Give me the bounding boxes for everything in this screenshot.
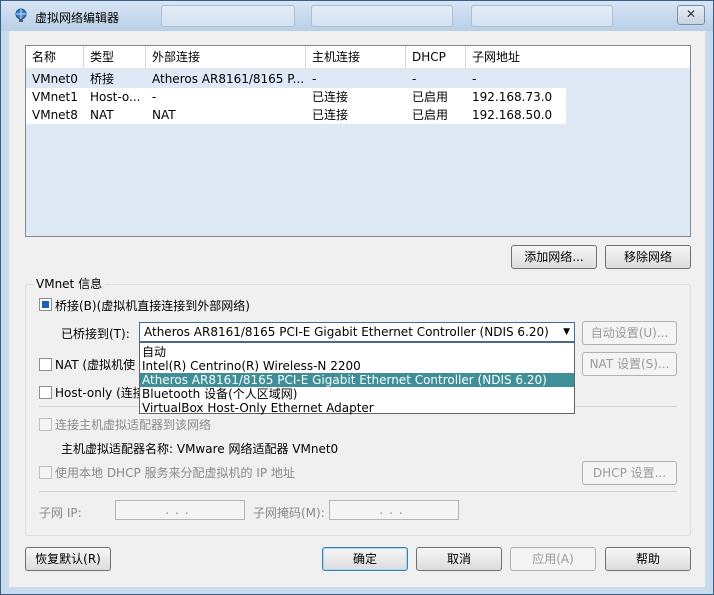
table-cell: 已连接 (312, 108, 349, 122)
use-dhcp-label: 使用本地 DHCP 服务来分配虚拟机的 IP 地址 (55, 466, 295, 480)
host-adapter-name: 主机虚拟适配器名称: VMware 网络适配器 VMnet0 (61, 442, 339, 456)
apply-button[interactable]: 应用(A) (510, 547, 596, 571)
table-cell: 已连接 (312, 90, 349, 104)
column-header-external[interactable]: 外部连接 (146, 46, 306, 68)
table-cell: VMnet1 (32, 90, 78, 104)
table-cell: Host-o... (90, 90, 141, 104)
background-window-tab (471, 5, 613, 27)
cancel-button[interactable]: 取消 (416, 547, 502, 571)
nat-label: NAT (虚拟机使 (55, 358, 136, 372)
column-header-name[interactable]: 名称 (26, 46, 84, 68)
subnet-ip-label: 子网 IP: (39, 506, 82, 520)
background-window-tab (161, 5, 295, 27)
column-header-type[interactable]: 类型 (84, 46, 146, 68)
hostonly-radio[interactable] (39, 386, 52, 399)
table-row-vmnet0[interactable]: VMnet0 桥接 Atheros AR8161/8165 P... - - - (26, 70, 566, 88)
restore-defaults-button[interactable]: 恢复默认(R) (25, 547, 111, 571)
table-cell: - (152, 90, 157, 104)
subnet-mask-input[interactable]: ... (329, 500, 459, 520)
dropdown-option-auto[interactable]: 自动 (140, 345, 574, 359)
table-cell: 192.168.50.0 (472, 108, 553, 122)
table-cell: - (412, 72, 417, 86)
table-cell: NAT (152, 108, 176, 122)
network-list-header: 名称 类型 外部连接 主机连接 DHCP 子网地址 (26, 46, 690, 69)
network-list[interactable]: 名称 类型 外部连接 主机连接 DHCP 子网地址 VMnet0 桥接 Athe… (25, 45, 691, 237)
subnet-ip-input[interactable]: ... (115, 500, 245, 520)
vmnet-info-legend: VMnet 信息 (33, 275, 106, 292)
table-cell: - (472, 72, 477, 86)
network-globe-icon (15, 8, 27, 22)
table-cell: VMnet8 (32, 108, 78, 122)
dialog-body: 名称 类型 外部连接 主机连接 DHCP 子网地址 VMnet0 桥接 Athe… (9, 31, 705, 587)
divider (39, 491, 677, 492)
dropdown-option-intel[interactable]: Intel(R) Centrino(R) Wireless-N 2200 (140, 359, 574, 373)
bridged-to-select[interactable]: Atheros AR8161/8165 PCI-E Gigabit Ethern… (139, 322, 575, 342)
table-cell: 桥接 (90, 72, 115, 86)
table-cell: 已启用 (412, 90, 449, 104)
adapter-dropdown-list[interactable]: 自动 Intel(R) Centrino(R) Wireless-N 2200 … (139, 342, 575, 415)
bridged-to-value: Atheros AR8161/8165 PCI-E Gigabit Ethern… (144, 325, 549, 339)
auto-settings-button[interactable]: 自动设置(U)... (582, 321, 677, 345)
background-window-tab (311, 5, 453, 27)
window-title: 虚拟网络编辑器 (35, 11, 120, 25)
dhcp-settings-button[interactable]: DHCP 设置... (582, 461, 677, 485)
column-header-host[interactable]: 主机连接 (306, 46, 406, 68)
dropdown-option-virtualbox[interactable]: VirtualBox Host-Only Ethernet Adapter (140, 401, 574, 415)
remove-network-button[interactable]: 移除网络 (605, 245, 691, 269)
use-dhcp-checkbox[interactable] (39, 466, 52, 479)
column-header-subnet[interactable]: 子网地址 (466, 46, 566, 68)
ok-button[interactable]: 确定 (322, 547, 408, 571)
virtual-network-editor-window: 虚拟网络编辑器 ✕ 名称 类型 外部连接 主机连接 DHCP 子网地址 VMne… (0, 0, 714, 595)
dropdown-option-atheros[interactable]: Atheros AR8161/8165 PCI-E Gigabit Ethern… (140, 373, 574, 387)
table-cell: 已启用 (412, 108, 449, 122)
table-cell: - (312, 72, 317, 86)
bridged-radio[interactable] (39, 298, 52, 311)
dropdown-option-bluetooth[interactable]: Bluetooth 设备(个人区域网) (140, 387, 574, 401)
chevron-down-icon[interactable]: ▼ (563, 323, 570, 341)
add-network-button[interactable]: 添加网络... (511, 245, 597, 269)
hostonly-label: Host-only (连接 (55, 386, 145, 400)
table-row-vmnet8[interactable]: VMnet8 NAT NAT 已连接 已启用 192.168.50.0 (26, 106, 566, 124)
table-row-vmnet1[interactable]: VMnet1 Host-o... - 已连接 已启用 192.168.73.0 (26, 88, 566, 106)
table-cell: Atheros AR8161/8165 P... (152, 72, 305, 86)
close-button[interactable]: ✕ (677, 5, 705, 25)
subnet-mask-label: 子网掩码(M): (253, 506, 325, 520)
bridged-to-label: 已桥接到(T): (61, 327, 130, 341)
title-bar[interactable]: 虚拟网络编辑器 ✕ (1, 1, 713, 31)
help-button[interactable]: 帮助 (605, 547, 691, 571)
column-header-dhcp[interactable]: DHCP (406, 46, 466, 68)
connect-host-adapter-checkbox[interactable] (39, 418, 52, 431)
nat-radio[interactable] (39, 358, 52, 371)
table-cell: VMnet0 (32, 72, 78, 86)
connect-host-adapter-label: 连接主机虚拟适配器到该网络 (55, 418, 212, 432)
table-cell: NAT (90, 108, 114, 122)
table-cell: 192.168.73.0 (472, 90, 553, 104)
bridged-label: 桥接(B)(虚拟机直接连接到外部网络) (55, 299, 250, 313)
nat-settings-button[interactable]: NAT 设置(S)... (582, 352, 677, 376)
